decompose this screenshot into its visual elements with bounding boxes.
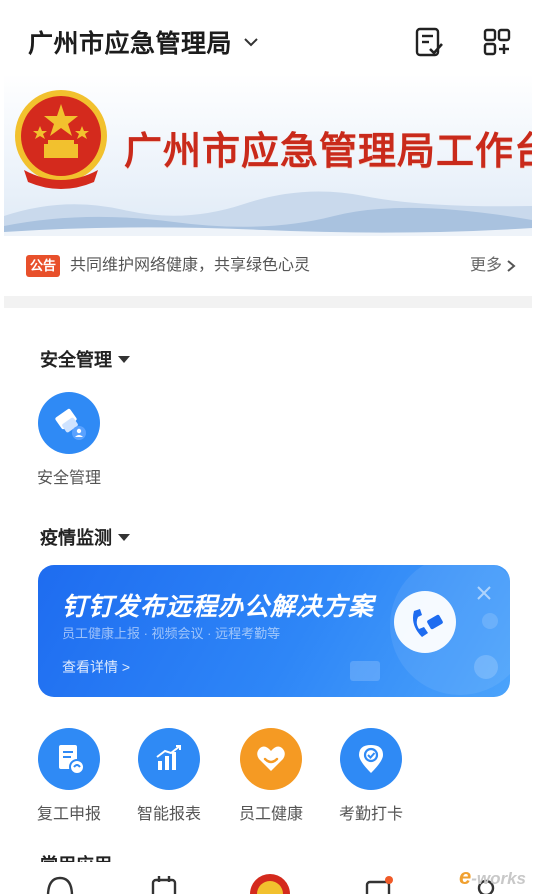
watermark-logo: e-works [458,864,526,889]
caret-down-icon [118,355,130,363]
promo-title: 钉钉发布远程办公解决方案 [62,593,375,621]
return-to-work-icon [38,728,100,790]
promo-card[interactable]: 钉钉发布远程办公解决方案 员工健康上报 · 视频会议 · 远程考勤等 查看详情 … [38,565,510,697]
app-label: 智能报表 [136,806,201,823]
todo-icon[interactable] [414,26,444,58]
employee-health-icon [240,728,302,790]
chevron-down-icon [244,38,258,47]
notice-tag: 公告 [26,255,61,277]
app-label: 安全管理 [36,470,101,487]
app-smart-report[interactable]: 智能报表 [124,728,214,824]
org-switcher[interactable]: 广州市应急管理局 [28,24,260,60]
app-employee-health[interactable]: 员工健康 [226,728,316,824]
promo-details-link[interactable]: 查看详情 > [62,657,130,677]
app-return-to-work[interactable]: 复工申报 [24,728,114,824]
mountain-landscape [4,191,532,236]
caret-down-icon [118,533,130,541]
workbench-tab-icon[interactable] [248,872,292,894]
promo-subtitle: 员工健康上报 · 视频会议 · 远程考勤等 [62,626,281,641]
close-icon[interactable] [474,583,494,603]
bottom-tab-bar: e-works [0,862,536,894]
app-safety-management[interactable]: 安全管理 [24,392,114,488]
contacts-tab-icon[interactable] [362,872,394,894]
smart-report-icon [138,728,200,790]
attendance-checkin-icon [340,728,402,790]
app-label: 考勤打卡 [338,806,403,823]
workspace-banner[interactable]: 广州市应急管理局工作台 [4,74,532,236]
app-label: 员工健康 [238,806,303,823]
messages-tab-icon[interactable] [44,872,76,894]
calendar-tab-icon[interactable] [148,872,180,894]
app-attendance-checkin[interactable]: 考勤打卡 [326,728,416,824]
section-safety-header[interactable]: 安全管理 [40,346,130,372]
top-header: 广州市应急管理局 [0,0,536,74]
more-label: 更多 [469,257,502,274]
org-name: 广州市应急管理局 [28,30,233,58]
qr-scan-icon[interactable] [482,26,512,58]
app-label: 复工申报 [36,806,101,823]
notice-text[interactable]: 共同维护网络健康，共享绿色心灵 [70,255,310,277]
section-divider [4,296,532,308]
chevron-right-icon [507,260,516,272]
section-epidemic-header[interactable]: 疫情监测 [40,524,130,550]
section-title: 疫情监测 [40,528,112,548]
more-link[interactable]: 更多 [470,255,516,277]
notice-bar[interactable]: 公告 共同维护网络健康，共享绿色心灵 更多 [0,246,536,286]
section-title: 安全管理 [40,350,112,370]
safety-management-icon [38,392,100,454]
